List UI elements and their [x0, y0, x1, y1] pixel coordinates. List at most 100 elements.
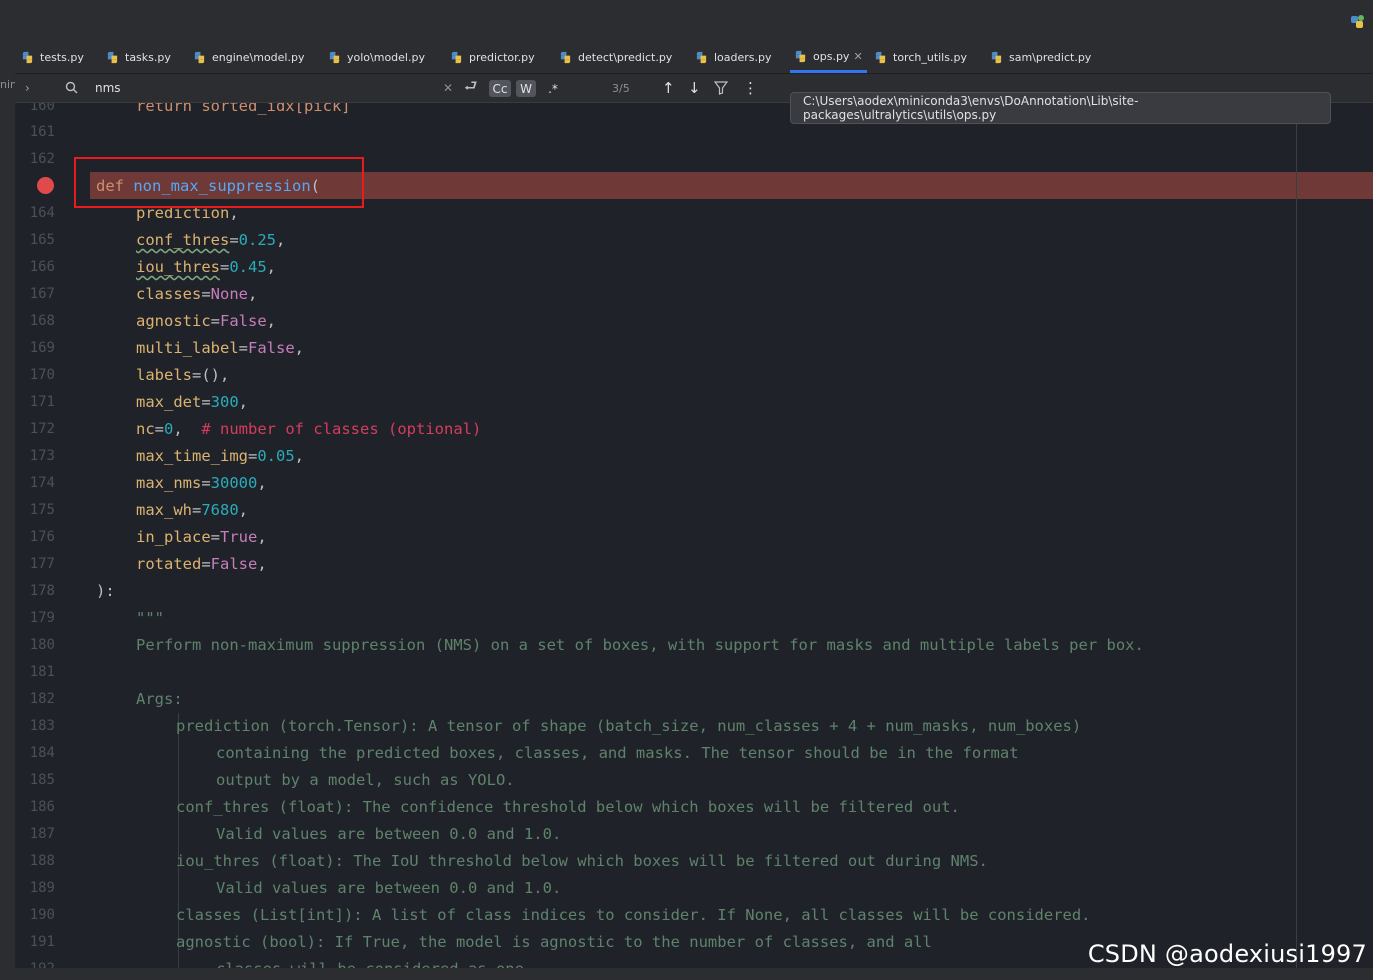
punct: =: [238, 339, 248, 357]
code-line-param: classes=None,: [136, 281, 257, 308]
code-line-param: max_det=300,: [136, 389, 248, 416]
punct: ,: [266, 258, 277, 276]
line-number: 179: [29, 610, 55, 626]
punct: ,: [238, 501, 249, 519]
tab-ops[interactable]: ops.py ✕: [790, 42, 867, 73]
tab-torch-utils[interactable]: torch_utils.py: [874, 42, 967, 73]
line-number: 177: [29, 556, 55, 572]
code-line-param: in_place=True,: [136, 524, 267, 551]
docstring-line: Valid values are between 0.0 and 1.0.: [216, 825, 562, 843]
match-count: 3/5: [612, 81, 630, 95]
line-number: 173: [29, 448, 55, 464]
punct: =: [201, 393, 211, 411]
tab-loaders[interactable]: loaders.py: [695, 42, 772, 73]
close-tab-icon[interactable]: ✕: [853, 50, 862, 63]
docstring-line: classes (List[int]): A list of class ind…: [176, 906, 1091, 924]
param-name: conf_thres: [136, 231, 230, 249]
param-value: True: [220, 528, 258, 546]
watermark: CSDN @aodexiusi1997: [1087, 940, 1367, 968]
line-number: 167: [29, 286, 55, 302]
tab-label: detect\predict.py: [578, 51, 673, 64]
code-editor[interactable]: 160 161 162 164 165 166 167 168 169 170 …: [15, 103, 1373, 968]
code-line-param: rotated=False,: [136, 551, 267, 578]
line-number: 189: [29, 880, 55, 896]
highlight-annotation-box: [74, 157, 364, 208]
line-number: 160: [29, 103, 55, 114]
tab-label: loaders.py: [714, 51, 772, 64]
line-number: 176: [29, 529, 55, 545]
tab-label: ops.py: [813, 49, 850, 63]
param-name: max_det: [136, 393, 202, 411]
punct: ,: [266, 312, 277, 330]
line-number: 166: [29, 259, 55, 275]
param-name: labels: [136, 366, 192, 384]
tab-yolo-model[interactable]: yolo\model.py: [328, 42, 425, 73]
param-name: max_nms: [136, 474, 202, 492]
tab-label: predictor.py: [469, 51, 535, 64]
python-plugin-icon[interactable]: [1349, 14, 1365, 30]
line-number: 190: [29, 907, 55, 923]
code-line: return sorted_idx[pick]: [136, 103, 351, 120]
tab-sam-predict[interactable]: sam\predict.py: [990, 42, 1091, 73]
next-occurrence-icon[interactable]: ↓: [688, 74, 701, 102]
new-line-icon[interactable]: ⮐: [464, 74, 478, 102]
python-file-icon: [875, 51, 886, 64]
find-input[interactable]: nms: [95, 74, 121, 102]
punct: =: [201, 285, 211, 303]
docstring-args-header: Args:: [136, 690, 183, 708]
code-line-param: multi_label=False,: [136, 335, 304, 362]
docstring-line: Valid values are between 0.0 and 1.0.: [216, 879, 562, 897]
punct: ,: [220, 366, 230, 384]
param-name: max_time_img: [136, 447, 248, 465]
python-file-icon: [107, 51, 118, 64]
python-file-icon: [991, 51, 1002, 64]
tab-label: tasks.py: [125, 51, 171, 64]
param-value: 0.05: [257, 447, 295, 465]
docstring-line: agnostic (bool): If True, the model is a…: [176, 933, 932, 951]
tooltip-text: C:\Users\aodex\miniconda3\envs\DoAnnotat…: [803, 94, 1139, 122]
punct: =: [201, 474, 211, 492]
param-value: None: [210, 285, 248, 303]
python-file-icon: [560, 51, 571, 64]
line-number: 181: [29, 664, 55, 680]
param-name: max_wh: [136, 501, 192, 519]
docstring-line: containing the predicted boxes, classes,…: [216, 744, 1019, 762]
param-value: 30000: [210, 474, 258, 492]
line-number: 188: [29, 853, 55, 869]
tab-label: sam\predict.py: [1009, 51, 1092, 64]
more-options-icon[interactable]: ⋮: [743, 74, 758, 102]
words-toggle[interactable]: W: [516, 80, 536, 97]
filter-icon[interactable]: [714, 81, 728, 95]
punct: =: [154, 420, 165, 438]
regex-toggle[interactable]: .*: [543, 80, 563, 97]
punct: ,: [276, 231, 286, 249]
search-history-icon[interactable]: [64, 80, 80, 96]
tab-tasks[interactable]: tasks.py: [106, 42, 171, 73]
punct: ,: [173, 420, 202, 438]
breakpoint-icon[interactable]: [37, 177, 54, 194]
tab-detect-predict[interactable]: detect\predict.py: [559, 42, 672, 73]
code-line-close: ):: [96, 582, 115, 600]
line-number: 172: [29, 421, 55, 437]
tab-engine-model[interactable]: engine\model.py: [193, 42, 304, 73]
line-number-gutter[interactable]: 160 161 162 164 165 166 167 168 169 170 …: [15, 103, 77, 968]
param-name: nc: [136, 420, 155, 438]
tab-predictor[interactable]: predictor.py: [450, 42, 535, 73]
clear-search-icon[interactable]: ✕: [443, 74, 453, 102]
tab-tests[interactable]: tests.py: [21, 42, 84, 73]
docstring-summary: Perform non-maximum suppression (NMS) on…: [136, 636, 1144, 654]
code-line-param: nc=0, # number of classes (optional): [136, 416, 481, 443]
tab-label: engine\model.py: [212, 51, 305, 64]
line-number: 164: [29, 205, 55, 221]
line-number: 161: [29, 124, 55, 140]
match-case-toggle[interactable]: Cc: [489, 80, 511, 97]
right-margin-guide: [1296, 103, 1297, 968]
line-number: 184: [29, 745, 55, 761]
param-value: (): [201, 366, 221, 384]
previous-occurrence-icon[interactable]: ↑: [662, 74, 675, 102]
expand-replace-chevron-icon[interactable]: ›: [25, 74, 30, 102]
param-name: multi_label: [136, 339, 239, 357]
punct: ,: [248, 285, 258, 303]
code-line-param: max_nms=30000,: [136, 470, 267, 497]
title-bar: [0, 0, 1373, 43]
